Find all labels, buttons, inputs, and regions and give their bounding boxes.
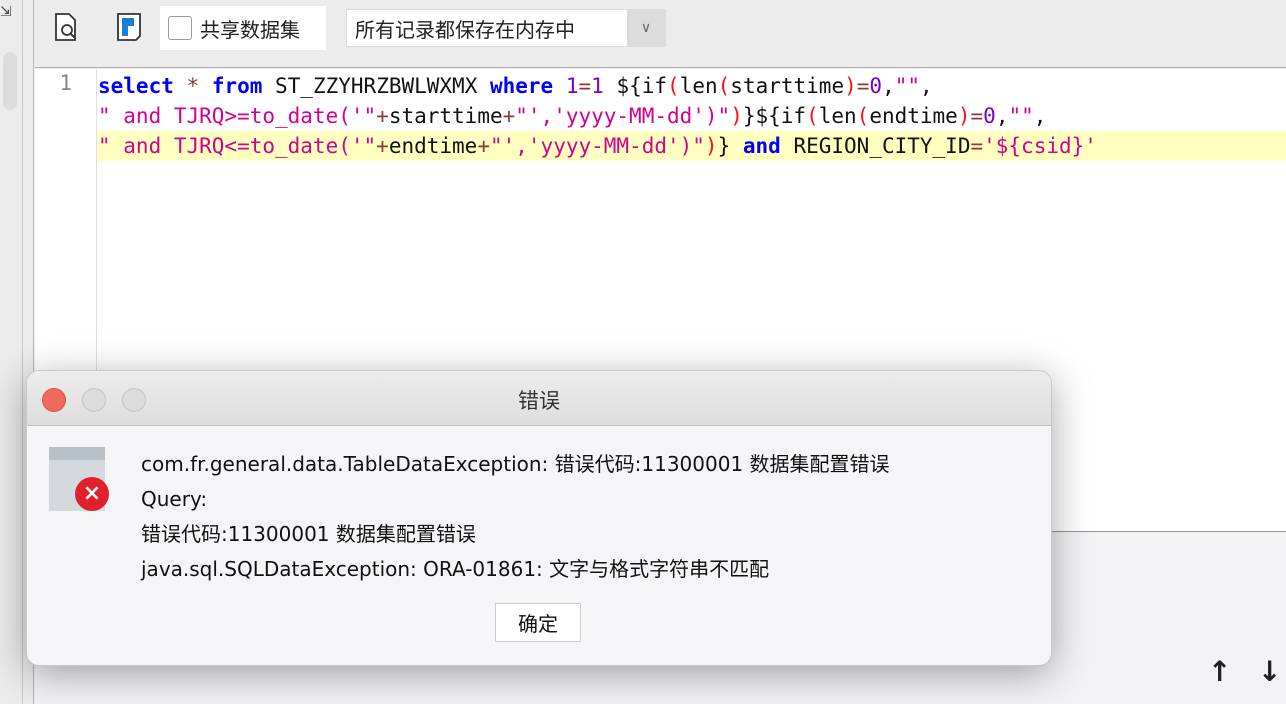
code-token-paren: ( (806, 104, 819, 128)
code-token-str: "','yyyy-MM-dd')" (515, 104, 731, 128)
code-token-str: " and TJRQ>=to_date('" (98, 104, 377, 128)
code-token-num: 0 (869, 74, 883, 98)
code-token-plain: } (717, 134, 743, 158)
save-icon[interactable] (116, 12, 142, 42)
code-token-str: '${csid}' (983, 134, 1097, 158)
code-token-plain: ST_ZZYHRZBWLWXMX (262, 74, 490, 98)
message-line: Query: (141, 487, 208, 511)
message-line: 错误代码:11300001 数据集配置错误 (141, 522, 476, 546)
code-token-plain: , (882, 74, 895, 98)
error-dialog: 错误 × com.fr.general.data.TableDataExcept… (26, 370, 1052, 666)
code-token-paren: ) (844, 74, 857, 98)
code-token-op: * (186, 74, 200, 98)
code-token-paren: ) (957, 104, 971, 128)
code-token-plain: ${if (603, 74, 668, 98)
divider (22, 0, 23, 704)
error-message: com.fr.general.data.TableDataException: … (141, 447, 890, 587)
message-line: java.sql.SQLDataException: ORA-01861: 文字… (141, 557, 770, 581)
code-token-op: = (578, 74, 592, 98)
code-token-paren: ( (717, 74, 731, 98)
code-token-paren: ) (730, 104, 743, 128)
dialog-titlebar: 错误 (27, 371, 1051, 426)
code-token-paren: ) (704, 134, 718, 158)
code-token-num: 1 (591, 74, 604, 98)
code-token-op: = (856, 74, 870, 98)
share-dataset-checkbox[interactable]: 共享数据集 (160, 6, 326, 50)
code-token-op: = (970, 104, 984, 128)
collapse-icon[interactable]: ⇲ (0, 4, 12, 20)
code-token-kw: select (98, 74, 174, 98)
code-token-plain: }${if (742, 104, 807, 128)
ok-button[interactable]: 确定 (495, 603, 581, 642)
code-token-kw: where (489, 74, 554, 98)
move-up-button[interactable]: ↑ (1208, 655, 1231, 688)
error-icon: × (49, 447, 109, 511)
code-token-str: "','yyyy-MM-dd')" (489, 134, 705, 158)
code-token-plain: starttime (730, 74, 845, 98)
preview-icon[interactable] (53, 12, 79, 42)
code-token-plain: starttime (388, 104, 503, 128)
code-token-plain: endtime (869, 104, 958, 128)
checkbox[interactable] (168, 16, 192, 40)
code-token-paren: ( (667, 74, 680, 98)
code-token-op: + (502, 104, 516, 128)
code-token-plain: endtime (388, 134, 478, 158)
dialog-title: 错误 (518, 389, 560, 413)
code-token-str: " and TJRQ<=to_date('" (98, 134, 377, 158)
storage-select[interactable]: 所有记录都保存在内存中 ∨ (346, 9, 666, 47)
line-number: 1 (59, 71, 72, 95)
message-line: com.fr.general.data.TableDataException: … (141, 452, 890, 476)
code-token-plain: REGION_CITY_ID (780, 134, 971, 158)
code-token-plain: , (995, 104, 1009, 128)
code-line[interactable]: select * from ST_ZZYHRZBWLWXMX where 1=1… (97, 71, 1286, 101)
code-line[interactable]: " and TJRQ>=to_date('"+starttime+"','yyy… (97, 101, 1286, 131)
code-token-op: + (376, 134, 389, 158)
code-token-plain: , (1033, 104, 1047, 128)
code-token-num: 1 (565, 74, 579, 98)
code-token-kw: from (211, 74, 263, 98)
toolbar: 共享数据集 所有记录都保存在内存中 ∨ (35, 0, 1286, 68)
code-token-op: = (970, 134, 984, 158)
code-token-plain: len (818, 104, 857, 128)
code-token-plain: , (920, 74, 933, 98)
code-token-paren: ( (856, 104, 870, 128)
code-token-plain: len (679, 74, 718, 98)
code-token-num: 0 (983, 104, 996, 128)
code-line[interactable]: " and TJRQ<=to_date('"+endtime+"','yyyy-… (97, 131, 1286, 161)
code-token-str: "" (894, 74, 921, 98)
code-token-op: + (477, 134, 490, 158)
chevron-down-icon[interactable]: ∨ (627, 10, 665, 46)
code-area[interactable]: select * from ST_ZZYHRZBWLWXMX where 1=1… (97, 71, 1286, 161)
code-token-kw: and (742, 134, 781, 158)
code-token-str: "" (1008, 104, 1034, 128)
storage-select-value: 所有记录都保存在内存中 (355, 17, 575, 42)
share-label: 共享数据集 (200, 17, 300, 42)
move-down-button[interactable]: ↓ (1258, 655, 1281, 688)
code-token-op: + (376, 104, 389, 128)
scrollbar[interactable] (3, 52, 17, 110)
